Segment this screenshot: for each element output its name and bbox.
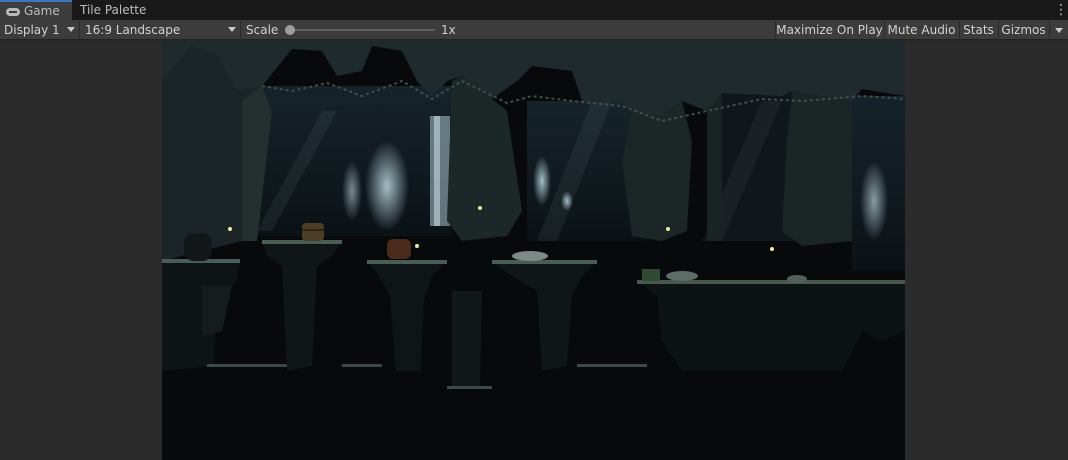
scale-label: Scale <box>246 23 279 37</box>
game-view <box>0 41 1068 460</box>
gamepad-icon <box>6 7 20 16</box>
maximize-on-play-button[interactable]: Maximize On Play <box>775 21 883 39</box>
chevron-down-icon <box>228 27 236 32</box>
mute-audio-button[interactable]: Mute Audio <box>884 21 958 39</box>
gizmos-button[interactable]: Gizmos <box>998 21 1048 39</box>
display-dropdown-value: Display 1 <box>4 23 60 37</box>
scale-control: Scale 1x <box>241 21 461 39</box>
scale-slider-track[interactable] <box>290 29 435 31</box>
tab-tile-palette-label: Tile Palette <box>80 3 147 17</box>
tab-game-label: Game <box>24 4 60 18</box>
tab-tile-palette[interactable]: Tile Palette <box>74 0 162 20</box>
editor-tab-bar: Game Tile Palette ⋮ <box>0 0 1068 20</box>
aspect-dropdown[interactable]: 16:9 Landscape <box>81 21 241 39</box>
aspect-dropdown-value: 16:9 Landscape <box>85 23 181 37</box>
scale-slider-thumb[interactable] <box>285 25 295 35</box>
tab-game[interactable]: Game <box>0 0 72 20</box>
game-scene-art <box>162 41 905 460</box>
game-render-viewport[interactable] <box>162 41 905 460</box>
stats-button[interactable]: Stats <box>959 21 997 39</box>
display-dropdown[interactable]: Display 1 <box>0 21 80 39</box>
chevron-down-icon <box>67 27 75 32</box>
chevron-down-icon <box>1055 27 1063 33</box>
gizmos-dropdown-button[interactable] <box>1049 21 1068 39</box>
game-view-toolbar: Display 1 16:9 Landscape Scale 1x Maximi… <box>0 20 1068 40</box>
kebab-menu-icon[interactable]: ⋮ <box>1054 3 1068 17</box>
scale-value: 1x <box>441 23 456 37</box>
